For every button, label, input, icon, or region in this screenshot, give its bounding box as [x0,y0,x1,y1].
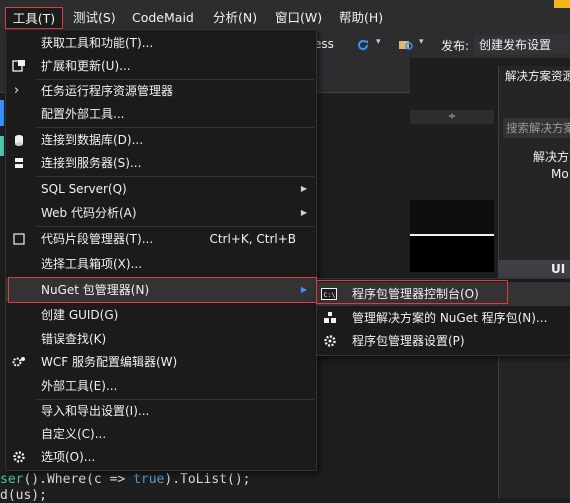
notification-badge [554,0,570,8]
menu-item-nuget[interactable]: NuGet 包管理器(N) ▶ [6,278,316,302]
menu-item-label: 连接到数据库(D)... [41,133,144,147]
menu-tools[interactable]: 工具(T) [5,7,63,29]
menu-item-label: NuGet 包管理器(N) [41,283,150,297]
solution-search-input[interactable]: 搜索解决方案 [503,118,570,138]
menu-item-manage-nuget[interactable]: 管理解决方案的 NuGet 程序包(N)... [317,306,570,330]
minimap-viewport [410,236,494,272]
tree-item-solution[interactable]: 解决方 [533,148,569,165]
code-keyword: true [133,472,165,487]
menu-item-shortcut: Ctrl+K, Ctrl+B [209,232,296,246]
menu-item-label: 选择工具箱项(X)... [41,257,143,271]
submenu-arrow-icon: ▶ [300,184,307,193]
publish-dropdown[interactable]: 创建发布设置 [474,35,570,55]
menu-item-external-tools[interactable]: 外部工具(E)... [6,374,316,398]
menu-analyze[interactable]: 分析(N) [213,7,257,29]
menu-item-get-tools[interactable]: 获取工具和功能(T)... [6,31,316,55]
code-token: ser [0,472,24,487]
submenu-arrow-icon: ▶ [300,208,307,217]
chevron-right-icon: › [14,83,20,98]
database-icon [15,135,23,146]
menu-item-label: 任务运行程序资源管理器 [41,84,174,98]
search-folder-icon[interactable] [398,37,414,53]
svg-text:C:\: C:\ [324,291,336,299]
menu-window[interactable]: 窗口(W) [275,7,322,29]
menu-item-label: 程序包管理器控制台(O) [352,287,479,301]
menu-item-label: 选项(O)... [41,450,96,464]
menu-item-label: 配置外部工具... [41,107,125,121]
code-line: ser().Where(c => true).ToList(); [0,472,250,487]
split-icon[interactable]: ÷ [410,110,494,124]
publish-label: 发布: [441,39,470,53]
gutter-marker [0,136,4,156]
menu-item-label: 管理解决方案的 NuGet 程序包(N)... [352,311,548,325]
refresh-icon[interactable] [355,37,371,53]
menu-item-package-manager-settings[interactable]: 程序包管理器设置(P) [317,329,570,353]
checkbox-icon [13,233,25,245]
menu-item-create-guid[interactable]: 创建 GUID(G) [6,303,316,327]
menu-item-wcf-editor[interactable]: WCF 服务配置编辑器(W) [6,350,316,374]
gear-icon [13,451,25,463]
menu-item-error-lookup[interactable]: 错误查找(K) [6,327,316,351]
menu-item-options[interactable]: 选项(O)... [6,445,316,469]
panel-title: 解决方案资源 [505,69,570,83]
menu-item-sql-server[interactable]: SQL Server(Q) ▶ [6,177,316,201]
server-icon [15,158,23,168]
menu-item-label: 错误查找(K) [41,332,107,346]
gear-pair-icon [12,357,25,367]
minimap-viewport [410,200,494,234]
menu-item-label: 扩展和更新(U)... [41,59,131,73]
menu-item-label: 代码片段管理器(T)... [41,232,154,246]
menu-item-external-tools-config[interactable]: 配置外部工具... [6,102,316,126]
menu-item-import-export[interactable]: 导入和导出设置(I)... [6,399,316,423]
menu-item-customize[interactable]: 自定义(C)... [6,422,316,446]
code-token: ).ToList(); [164,472,251,487]
menu-item-web-code-analysis[interactable]: Web 代码分析(A) ▶ [6,201,316,225]
gear-icon [324,335,336,347]
menu-item-label: 程序包管理器设置(P) [352,334,465,348]
menu-item-label: SQL Server(Q) [41,182,127,196]
menu-item-snippet-manager[interactable]: 代码片段管理器(T)... Ctrl+K, Ctrl+B [6,227,316,251]
refresh-dropdown-arrow[interactable]: ▾ [376,37,381,47]
menu-item-label: 连接到服务器(S)... [41,156,142,170]
menu-item-label: Web 代码分析(A) [41,206,137,220]
menu-item-connect-database[interactable]: 连接到数据库(D)... [6,128,316,152]
menu-item-label: 外部工具(E)... [41,379,118,393]
gutter-marker [0,100,4,126]
code-line: d(us); [0,488,47,503]
menu-test[interactable]: 测试(S) [73,7,116,29]
search-dropdown-arrow[interactable]: ▾ [419,37,424,47]
extensions-icon [12,60,25,72]
tree-item-ui[interactable]: UI [551,262,565,276]
menu-item-choose-toolbox[interactable]: 选择工具箱项(X)... [6,252,316,276]
tree-item-project[interactable]: Mo [551,167,569,181]
code-token: ().Where(c => [23,472,134,487]
menu-item-label: 自定义(C)... [41,427,107,441]
menu-item-label: 创建 GUID(G) [41,308,119,322]
tools-menu: 获取工具和功能(T)... 扩展和更新(U)... › 任务运行程序资源管理器 … [5,29,317,471]
console-icon: C:\ [321,288,337,300]
menu-item-label: WCF 服务配置编辑器(W) [41,355,178,369]
menu-item-package-manager-console[interactable]: C:\ 程序包管理器控制台(O) [317,282,570,306]
submenu-arrow-icon: ▶ [300,285,307,294]
menu-item-connect-server[interactable]: 连接到服务器(S)... [6,151,316,175]
nuget-submenu: C:\ 程序包管理器控制台(O) 管理解决方案的 NuGet 程序包(N)...… [316,278,570,356]
menu-help[interactable]: 帮助(H) [339,7,383,29]
menu-item-extensions[interactable]: 扩展和更新(U)... [6,54,316,78]
menu-item-label: 导入和导出设置(I)... [41,404,150,418]
packages-icon [324,312,336,323]
menu-codemaid[interactable]: CodeMaid [132,7,194,29]
menu-item-label: 获取工具和功能(T)... [41,36,154,50]
menu-item-task-runner[interactable]: › 任务运行程序资源管理器 [6,79,316,103]
